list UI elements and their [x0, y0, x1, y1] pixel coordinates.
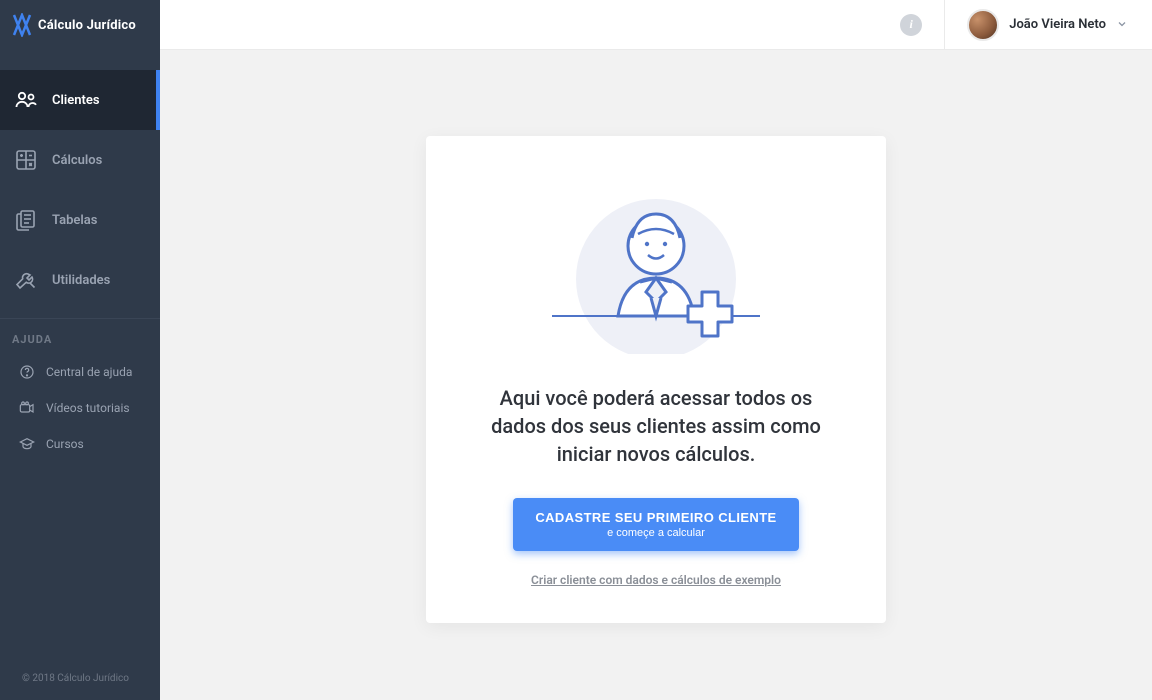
- sidebar-item-label: Cálculos: [52, 153, 102, 168]
- help-item-label: Vídeos tutoriais: [46, 401, 130, 415]
- user-name: João Vieira Neto: [1009, 17, 1106, 32]
- sidebar: Cálculo Jurídico Clientes: [0, 0, 160, 700]
- client-plus-illustration: [546, 184, 766, 358]
- sidebar-item-clientes[interactable]: Clientes: [0, 70, 160, 130]
- info-button[interactable]: i: [900, 14, 922, 36]
- chevron-down-icon: [1116, 15, 1128, 34]
- document-copy-icon: [14, 208, 38, 232]
- cta-secondary-text: e começe a calcular: [607, 527, 705, 539]
- create-example-client-link[interactable]: Criar cliente com dados e cálculos de ex…: [531, 573, 781, 587]
- brand-name: Cálculo Jurídico: [38, 18, 136, 33]
- main-content: Aqui você poderá acessar todos os dados …: [160, 50, 1152, 700]
- video-camera-icon: [18, 399, 36, 417]
- empty-state-headline: Aqui você poderá acessar todos os dados …: [476, 384, 836, 468]
- cta-primary-text: CADASTRE SEU PRIMEIRO CLIENTE: [535, 510, 776, 525]
- topbar: i João Vieira Neto: [160, 0, 1152, 50]
- help-item-cursos[interactable]: Cursos: [0, 426, 160, 462]
- calculator-icon: [14, 148, 38, 172]
- sidebar-item-label: Clientes: [52, 93, 100, 108]
- graduation-cap-icon: [18, 435, 36, 453]
- help-item-label: Central de ajuda: [46, 365, 132, 379]
- brand[interactable]: Cálculo Jurídico: [0, 0, 160, 50]
- people-icon: [14, 88, 38, 112]
- help-item-central[interactable]: Central de ajuda: [0, 354, 160, 390]
- divider: [944, 0, 945, 50]
- main-nav: Clientes Cálculos: [0, 70, 160, 310]
- brand-logo-icon: [12, 13, 32, 37]
- help-section-title: AJUDA: [0, 333, 160, 346]
- sidebar-item-label: Tabelas: [52, 213, 97, 228]
- sidebar-item-calculos[interactable]: Cálculos: [0, 130, 160, 190]
- help-circle-icon: [18, 363, 36, 381]
- copyright: © 2018 Cálculo Jurídico: [0, 673, 160, 700]
- info-icon: i: [910, 17, 913, 32]
- help-item-label: Cursos: [46, 437, 84, 451]
- tools-icon: [14, 268, 38, 292]
- user-menu[interactable]: João Vieira Neto: [967, 9, 1128, 41]
- help-item-videos[interactable]: Vídeos tutoriais: [0, 390, 160, 426]
- sidebar-item-label: Utilidades: [52, 273, 110, 288]
- avatar: [967, 9, 999, 41]
- sidebar-item-tabelas[interactable]: Tabelas: [0, 190, 160, 250]
- help-section: AJUDA Central de ajuda Vídeos tutoriais: [0, 318, 160, 462]
- empty-state-card: Aqui você poderá acessar todos os dados …: [426, 136, 886, 623]
- sidebar-item-utilidades[interactable]: Utilidades: [0, 250, 160, 310]
- register-client-button[interactable]: CADASTRE SEU PRIMEIRO CLIENTE e começe a…: [513, 498, 798, 551]
